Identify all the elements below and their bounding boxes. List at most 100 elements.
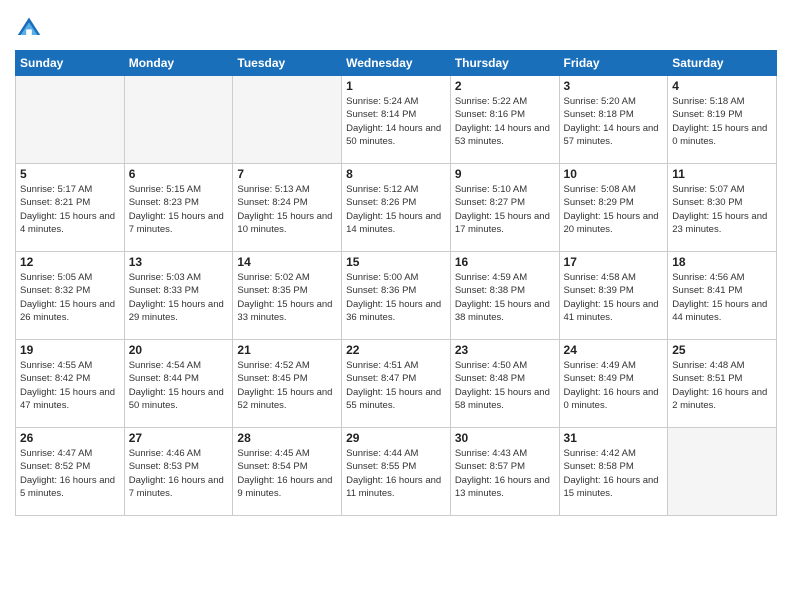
day-number: 12 [20,255,120,269]
weekday-header-row: SundayMondayTuesdayWednesdayThursdayFrid… [16,51,777,76]
calendar-cell: 4 Sunrise: 5:18 AMSunset: 8:19 PMDaylight… [668,76,777,164]
calendar-cell: 28 Sunrise: 4:45 AMSunset: 8:54 PMDayligh… [233,428,342,516]
sun-info: Sunrise: 4:43 AMSunset: 8:57 PMDaylight:… [455,447,555,500]
calendar-cell: 1 Sunrise: 5:24 AMSunset: 8:14 PMDaylight… [342,76,451,164]
sun-info: Sunrise: 4:54 AMSunset: 8:44 PMDaylight:… [129,359,229,412]
calendar-cell: 27 Sunrise: 4:46 AMSunset: 8:53 PMDayligh… [124,428,233,516]
day-number: 28 [237,431,337,445]
day-number: 29 [346,431,446,445]
sun-info: Sunrise: 4:51 AMSunset: 8:47 PMDaylight:… [346,359,446,412]
day-number: 25 [672,343,772,357]
day-number: 16 [455,255,555,269]
day-number: 13 [129,255,229,269]
day-number: 15 [346,255,446,269]
calendar-cell: 15 Sunrise: 5:00 AMSunset: 8:36 PMDayligh… [342,252,451,340]
weekday-header-wednesday: Wednesday [342,51,451,76]
sun-info: Sunrise: 5:13 AMSunset: 8:24 PMDaylight:… [237,183,337,236]
week-row-0: 1 Sunrise: 5:24 AMSunset: 8:14 PMDaylight… [16,76,777,164]
calendar-cell: 8 Sunrise: 5:12 AMSunset: 8:26 PMDaylight… [342,164,451,252]
sun-info: Sunrise: 5:10 AMSunset: 8:27 PMDaylight:… [455,183,555,236]
calendar-cell: 3 Sunrise: 5:20 AMSunset: 8:18 PMDaylight… [559,76,668,164]
sun-info: Sunrise: 5:03 AMSunset: 8:33 PMDaylight:… [129,271,229,324]
weekday-header-saturday: Saturday [668,51,777,76]
sun-info: Sunrise: 4:46 AMSunset: 8:53 PMDaylight:… [129,447,229,500]
day-number: 26 [20,431,120,445]
day-number: 30 [455,431,555,445]
page: SundayMondayTuesdayWednesdayThursdayFrid… [0,0,792,612]
week-row-2: 12 Sunrise: 5:05 AMSunset: 8:32 PMDayligh… [16,252,777,340]
calendar-cell: 6 Sunrise: 5:15 AMSunset: 8:23 PMDaylight… [124,164,233,252]
weekday-header-tuesday: Tuesday [233,51,342,76]
calendar-cell: 30 Sunrise: 4:43 AMSunset: 8:57 PMDayligh… [450,428,559,516]
weekday-header-monday: Monday [124,51,233,76]
sun-info: Sunrise: 5:02 AMSunset: 8:35 PMDaylight:… [237,271,337,324]
day-number: 23 [455,343,555,357]
calendar-cell: 31Sunrise: 4:42 AMSunset: 8:58 PMDayligh… [559,428,668,516]
sun-info: Sunrise: 4:50 AMSunset: 8:48 PMDaylight:… [455,359,555,412]
sun-info: Sunrise: 4:47 AMSunset: 8:52 PMDaylight:… [20,447,120,500]
day-number: 2 [455,79,555,93]
sun-info: Sunrise: 5:18 AMSunset: 8:19 PMDaylight:… [672,95,772,148]
weekday-header-sunday: Sunday [16,51,125,76]
day-number: 8 [346,167,446,181]
calendar-cell: 12 Sunrise: 5:05 AMSunset: 8:32 PMDayligh… [16,252,125,340]
calendar-cell: 5 Sunrise: 5:17 AMSunset: 8:21 PMDaylight… [16,164,125,252]
calendar-cell: 11 Sunrise: 5:07 AMSunset: 8:30 PMDayligh… [668,164,777,252]
sun-info: Sunrise: 4:59 AMSunset: 8:38 PMDaylight:… [455,271,555,324]
week-row-3: 19Sunrise: 4:55 AMSunset: 8:42 PMDayligh… [16,340,777,428]
calendar-cell [124,76,233,164]
sun-info: Sunrise: 5:15 AMSunset: 8:23 PMDaylight:… [129,183,229,236]
calendar-cell: 14 Sunrise: 5:02 AMSunset: 8:35 PMDayligh… [233,252,342,340]
calendar-cell: 22 Sunrise: 4:51 AMSunset: 8:47 PMDayligh… [342,340,451,428]
calendar-cell: 7 Sunrise: 5:13 AMSunset: 8:24 PMDaylight… [233,164,342,252]
sun-info: Sunrise: 4:44 AMSunset: 8:55 PMDaylight:… [346,447,446,500]
sun-info: Sunrise: 4:56 AMSunset: 8:41 PMDaylight:… [672,271,772,324]
sun-info: Sunrise: 5:17 AMSunset: 8:21 PMDaylight:… [20,183,120,236]
sun-info: Sunrise: 5:12 AMSunset: 8:26 PMDaylight:… [346,183,446,236]
calendar-cell: 21 Sunrise: 4:52 AMSunset: 8:45 PMDayligh… [233,340,342,428]
calendar-cell: 23 Sunrise: 4:50 AMSunset: 8:48 PMDayligh… [450,340,559,428]
sun-info: Sunrise: 5:00 AMSunset: 8:36 PMDaylight:… [346,271,446,324]
calendar-cell: 16 Sunrise: 4:59 AMSunset: 8:38 PMDayligh… [450,252,559,340]
day-number: 27 [129,431,229,445]
sun-info: Sunrise: 5:22 AMSunset: 8:16 PMDaylight:… [455,95,555,148]
calendar-cell [16,76,125,164]
day-number: 22 [346,343,446,357]
day-number: 10 [564,167,664,181]
calendar-cell: 19Sunrise: 4:55 AMSunset: 8:42 PMDayligh… [16,340,125,428]
logo-icon [15,14,43,42]
day-number: 7 [237,167,337,181]
calendar-cell: 24Sunrise: 4:49 AMSunset: 8:49 PMDayligh… [559,340,668,428]
day-number: 31 [564,431,664,445]
calendar-cell: 17 Sunrise: 4:58 AMSunset: 8:39 PMDayligh… [559,252,668,340]
sun-info: Sunrise: 5:05 AMSunset: 8:32 PMDaylight:… [20,271,120,324]
day-number: 1 [346,79,446,93]
sun-info: Sunrise: 5:20 AMSunset: 8:18 PMDaylight:… [564,95,664,148]
sun-info: Sunrise: 5:24 AMSunset: 8:14 PMDaylight:… [346,95,446,148]
logo [15,14,45,42]
sun-info: Sunrise: 5:07 AMSunset: 8:30 PMDaylight:… [672,183,772,236]
sun-info: Sunrise: 5:08 AMSunset: 8:29 PMDaylight:… [564,183,664,236]
day-number: 19 [20,343,120,357]
day-number: 14 [237,255,337,269]
week-row-4: 26 Sunrise: 4:47 AMSunset: 8:52 PMDayligh… [16,428,777,516]
calendar-cell: 2 Sunrise: 5:22 AMSunset: 8:16 PMDaylight… [450,76,559,164]
day-number: 4 [672,79,772,93]
calendar-cell: 26 Sunrise: 4:47 AMSunset: 8:52 PMDayligh… [16,428,125,516]
day-number: 3 [564,79,664,93]
sun-info: Sunrise: 4:52 AMSunset: 8:45 PMDaylight:… [237,359,337,412]
sun-info: Sunrise: 4:45 AMSunset: 8:54 PMDaylight:… [237,447,337,500]
day-number: 24 [564,343,664,357]
day-number: 6 [129,167,229,181]
calendar-cell: 25Sunrise: 4:48 AMSunset: 8:51 PMDayligh… [668,340,777,428]
calendar-cell: 20Sunrise: 4:54 AMSunset: 8:44 PMDayligh… [124,340,233,428]
weekday-header-friday: Friday [559,51,668,76]
day-number: 21 [237,343,337,357]
sun-info: Sunrise: 4:58 AMSunset: 8:39 PMDaylight:… [564,271,664,324]
header [15,10,777,42]
day-number: 17 [564,255,664,269]
day-number: 5 [20,167,120,181]
weekday-header-thursday: Thursday [450,51,559,76]
calendar-cell: 9Sunrise: 5:10 AMSunset: 8:27 PMDaylight… [450,164,559,252]
day-number: 11 [672,167,772,181]
